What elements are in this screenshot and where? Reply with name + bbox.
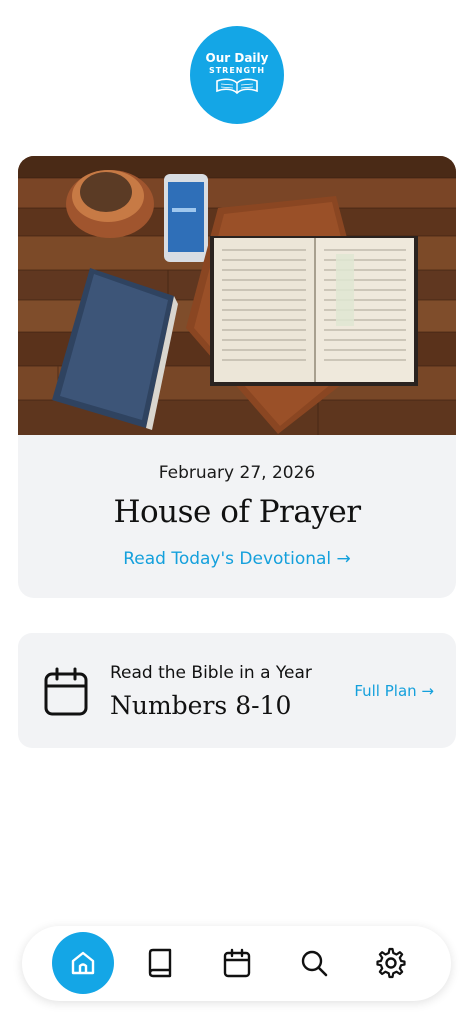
- nav-home-button[interactable]: [52, 932, 114, 994]
- nav-bible-button[interactable]: [129, 932, 191, 994]
- search-icon: [301, 950, 328, 977]
- nav-settings-button[interactable]: [360, 932, 422, 994]
- devotional-title: House of Prayer: [113, 494, 361, 530]
- logo-subtitle: STRENGTH: [208, 66, 266, 75]
- devotional-date: February 27, 2026: [158, 463, 316, 483]
- bible-plan-reading: Numbers 8-10: [110, 691, 292, 720]
- calendar-icon: [223, 948, 251, 978]
- full-plan-link[interactable]: Full Plan →: [354, 682, 434, 700]
- read-devotional-link[interactable]: Read Today's Devotional →: [18, 549, 456, 569]
- nav-calendar-button[interactable]: [206, 932, 268, 994]
- bible-plan-card[interactable]: Read the Bible in a Year Numbers 8-10 Fu…: [18, 633, 456, 748]
- devotional-card[interactable]: February 27, 2026 House of Prayer Read T…: [18, 156, 456, 598]
- gear-icon: [376, 947, 406, 979]
- book-icon: [148, 948, 172, 978]
- home-icon: [71, 951, 95, 975]
- bottom-nav: [22, 926, 451, 1001]
- logo-title: Our Daily: [205, 51, 269, 65]
- open-book-icon: [216, 78, 258, 94]
- devotional-hero-image: [18, 156, 456, 435]
- bible-plan-label: Read the Bible in a Year: [110, 663, 312, 683]
- app-logo: Our Daily STRENGTH: [190, 26, 284, 124]
- calendar-icon: [44, 667, 88, 716]
- nav-search-button[interactable]: [283, 932, 345, 994]
